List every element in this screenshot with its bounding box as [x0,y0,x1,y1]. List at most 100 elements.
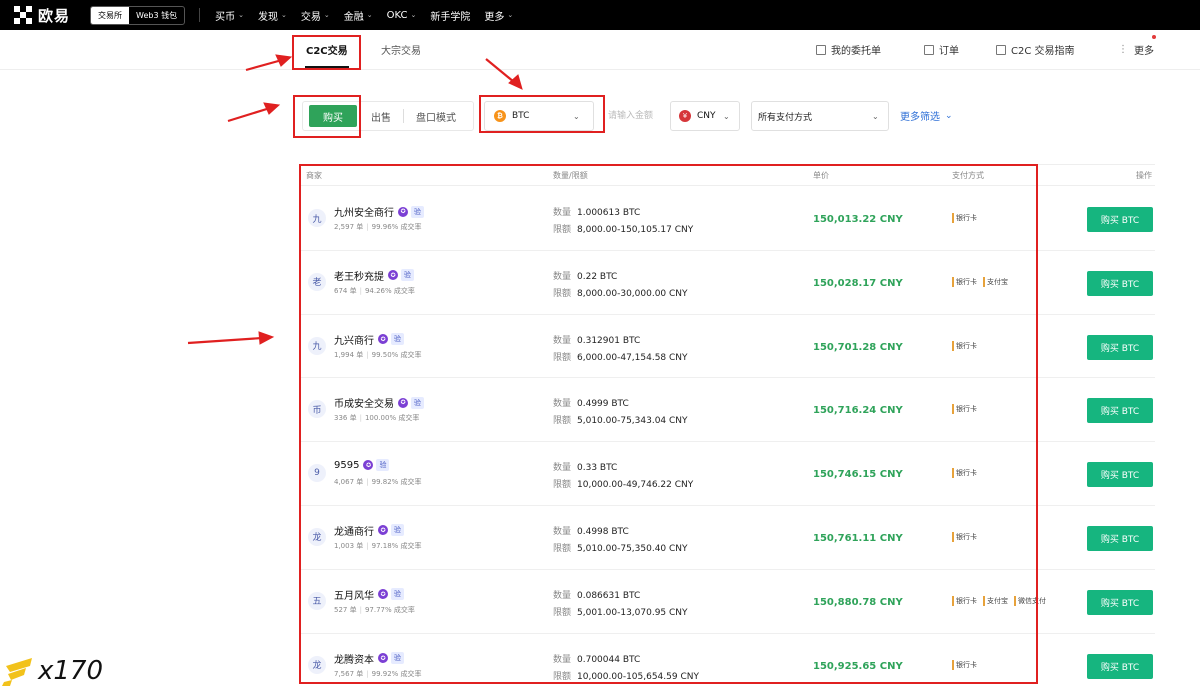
stats-divider: | [359,286,362,295]
limit-value: 6,000.00-47,154.58 CNY [577,352,688,363]
header-quantity-limit: 数量/限额 [553,171,588,180]
limit-label: 限额 [553,543,572,554]
quantity-line: 数量 0.312901 BTC [553,333,640,346]
table-row: 币 币成安全交易 ✪ 验 336 单 | 100.00% 成交率 数量 0.4999 … [300,378,1155,443]
nav-item-2[interactable]: 交易 ⌄ [301,8,330,23]
sub-tabs-bar: C2C交易 大宗交易 我的委托单 订单 C2C 交易指南 ⋮ 更多 [0,30,1200,70]
payment-methods: 银行卡 [952,531,1062,546]
tab-c2c[interactable]: C2C交易 [306,42,348,57]
avatar: 五 [308,591,326,610]
verified-badge-icon: ✪ [388,270,398,281]
stats-divider: | [366,541,369,550]
limit-value: 5,010.00-75,350.40 CNY [577,543,688,554]
mode-web3-wallet[interactable]: Web3 钱包 [129,7,184,24]
active-tab-indicator [305,66,349,68]
limit-value: 10,000.00-49,746.22 CNY [577,480,694,491]
merchant-name-line: 老王秒充提 ✪ 验 [334,268,414,283]
sell-tab[interactable]: 出售 [371,109,391,124]
merchant-name[interactable]: 龙腾资本 [334,651,374,666]
unit-price: 150,925.65 CNY [813,660,903,672]
nav-item-0[interactable]: 买币 ⌄ [215,8,244,23]
mode-exchange[interactable]: 交易所 [91,6,130,24]
buy-btc-button[interactable]: 购买 BTC [1087,525,1153,551]
buy-btc-button[interactable]: 购买 BTC [1087,589,1153,615]
unit-price: 150,013.22 CNY [813,214,903,225]
orderbook-mode-tab[interactable]: 盘口模式 [416,109,456,124]
order-count: 1,994 单 [334,350,364,359]
buy-btc-button[interactable]: 购买 BTC [1087,270,1153,296]
nav-item-4[interactable]: OKC ⌄ [387,10,417,21]
completion-rate: 99.50% 成交率 [371,350,422,359]
more-dots-icon: ⋮ [1118,44,1128,55]
verified-tag: 验 [376,459,390,472]
more-filters-button[interactable]: 更多筛选 ⌄ [900,108,953,124]
orders-link[interactable]: 订单 [924,42,959,57]
avatar: 币 [308,400,326,419]
verified-badge-icon: ✪ [363,460,374,471]
watermark: x170 [2,656,103,686]
buy-tab-button[interactable]: 购买 [309,105,357,127]
buy-btc-button[interactable]: 购买 BTC [1087,207,1153,232]
nav-item-5[interactable]: 新手学院 [430,8,470,23]
coin-select[interactable]: ₿ BTC ⌄ [484,101,594,131]
nav-item-6[interactable]: 更多 ⌄ [484,8,513,23]
quantity-label: 数量 [553,463,572,474]
fiat-select[interactable]: ¥ CNY ⌄ [670,101,740,131]
brand-name: 欧易 [38,6,71,25]
payment-methods: 银行卡 [952,659,1062,674]
annotation-arrowhead [263,102,281,115]
limit-line: 限额 5,010.00-75,350.40 CNY [553,541,688,554]
table-row: 9 9595 ✪ 验 4,067 单 | 99.82% 成交率 数量 0.33 BTC… [300,442,1155,506]
completion-rate: 100.00% 成交率 [364,414,420,423]
okx-logo[interactable]: 欧易 [14,5,70,26]
limit-label: 限额 [553,352,572,363]
completion-rate: 94.26% 成交率 [364,286,415,295]
main-nav: 买币 ⌄ 发现 ⌄ 交易 ⌄ 金融 ⌄ OKC ⌄ 新手学院 更多 ⌄ [208,8,520,23]
chevron-down-icon: ⌄ [238,11,244,19]
buy-btc-button[interactable]: 购买 BTC [1087,462,1153,488]
merchant-name[interactable]: 老王秒充提 [334,268,384,283]
avatar: 龙 [308,527,326,546]
okx-logo-icon [14,6,32,24]
buy-btc-button[interactable]: 购买 BTC [1087,653,1153,679]
chevron-down-icon: ⌄ [323,11,330,19]
mode-switch: 交易所 Web3 钱包 [90,5,186,25]
nav-item-3[interactable]: 金融 ⌄ [344,8,373,23]
unit-price: 150,746.15 CNY [813,469,903,481]
stats-divider: | [359,605,362,614]
limit-value: 5,010.00-75,343.04 CNY [577,416,688,427]
more-link[interactable]: ⋮ 更多 [1118,42,1154,57]
merchant-name[interactable]: 五月风华 [334,587,374,602]
limit-value: 5,001.00-13,070.95 CNY [577,607,688,618]
completion-rate: 97.18% 成交率 [371,541,422,550]
payment-tag: 银行卡 [952,531,977,542]
merchant-name[interactable]: 9595 [334,460,359,471]
merchant-name[interactable]: 九兴商行 [334,332,374,347]
merchant-stats: 7,567 单 | 99.92% 成交率 [334,669,422,679]
table-row: 五 五月风华 ✪ 验 527 单 | 97.77% 成交率 数量 0.086631 B… [300,570,1155,634]
nav-divider [199,8,201,22]
nav-item-label: 新手学院 [430,11,471,23]
limit-line: 限额 5,001.00-13,070.95 CNY [553,605,688,618]
buy-sell-toggle: 购买 出售 盘口模式 [302,101,474,131]
quantity-value: 0.312901 BTC [577,335,641,346]
order-count: 674 单 [334,286,357,295]
limit-line: 限额 8,000.00-150,105.17 CNY [553,222,693,235]
verified-badge-icon: ✪ [398,397,408,408]
my-orders-link[interactable]: 我的委托单 [816,42,881,57]
merchant-name[interactable]: 龙通商行 [334,523,374,538]
stats-divider: | [366,350,369,359]
buy-btc-button[interactable]: 购买 BTC [1087,398,1153,424]
c2c-guide-link[interactable]: C2C 交易指南 [996,42,1075,57]
limit-label: 限额 [553,225,572,235]
merchant-name[interactable]: 九州安全商行 [334,204,394,219]
merchant-name[interactable]: 币成安全交易 [334,395,394,410]
tab-block-trade[interactable]: 大宗交易 [381,42,421,57]
buy-btc-button[interactable]: 购买 BTC [1087,334,1153,360]
annotation-arrow [227,106,271,123]
order-count: 4,067 单 [334,478,364,487]
payment-method-select[interactable]: 所有支付方式 ⌄ [751,101,889,131]
stats-divider: | [366,223,369,231]
nav-item-1[interactable]: 发现 ⌄ [258,8,287,23]
order-count: 2,597 单 [334,223,364,231]
